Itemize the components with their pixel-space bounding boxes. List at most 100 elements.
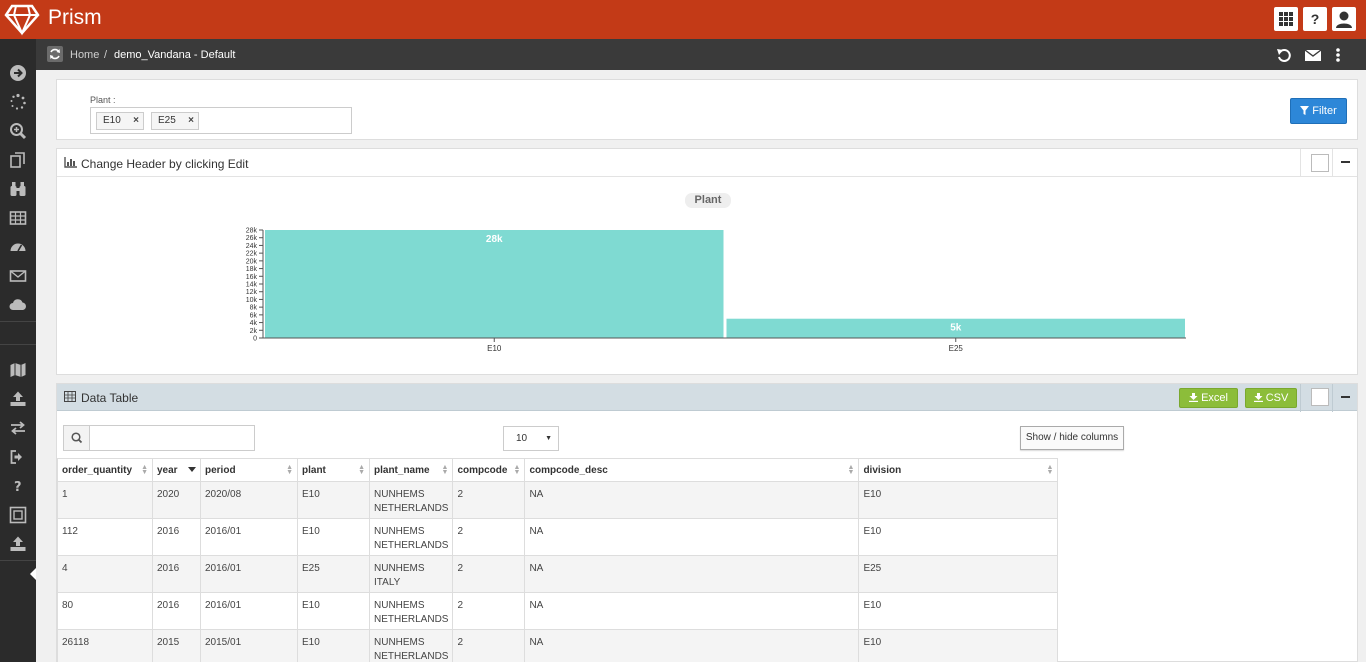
table-cell: E10 (297, 629, 370, 662)
user-profile-button[interactable] (1332, 7, 1356, 31)
remove-tag-icon[interactable]: × (188, 113, 194, 129)
table-cell: 2015 (152, 629, 201, 662)
table-cell: E10 (297, 481, 370, 519)
chart-panel-title[interactable]: Change Header by clicking Edit (81, 157, 248, 171)
table-cell: NA (524, 592, 860, 630)
search-addon (64, 426, 90, 450)
sidebar-item-sign-out[interactable] (0, 442, 36, 471)
table-cell: 2016 (152, 592, 201, 630)
sidebar-item-mail[interactable] (0, 261, 36, 290)
page-length-select[interactable]: 10 ▼ (503, 426, 559, 451)
filter-tag: E10 × (96, 112, 144, 130)
sidebar-item-export[interactable] (0, 529, 36, 558)
y-tick-label: 8k (250, 305, 258, 312)
sidebar-item-dashboard[interactable] (0, 232, 36, 261)
sidebar-item-search[interactable] (0, 116, 36, 145)
sidebar-collapse-arrow-icon[interactable] (30, 568, 36, 580)
table-cell: NA (524, 518, 860, 556)
question-icon: ? (1310, 11, 1320, 27)
undo-icon[interactable] (1276, 47, 1292, 63)
question-icon: ? (14, 480, 22, 495)
apps-grid-button[interactable] (1274, 7, 1298, 31)
copy-icon (10, 152, 25, 168)
table-row[interactable]: 1 2020 2020/08 E10 NUNHEMS NETHERLANDS 2… (57, 481, 1059, 519)
plant-filter-label: Plant : (90, 95, 116, 105)
filter-tag: E25 × (151, 112, 199, 130)
minimize-icon[interactable] (1341, 396, 1350, 398)
breadcrumb-home-link[interactable]: Home (70, 49, 99, 61)
remove-tag-icon[interactable]: × (133, 113, 139, 129)
column-header-compcode-desc[interactable]: compcode_desc ▲ ▼ (524, 458, 860, 482)
header-divider (1300, 384, 1301, 412)
filter-button-label: Filter (1312, 105, 1337, 117)
table-row[interactable]: 80 2016 2016/01 E10 NUNHEMS NETHERLANDS … (57, 592, 1059, 630)
table-cell: NUNHEMS ITALY (368, 555, 454, 593)
arrow-circle-right-icon (10, 65, 26, 81)
sidebar-item-cloud[interactable] (0, 290, 36, 319)
column-header-year[interactable]: year (152, 458, 201, 482)
table-search (63, 425, 255, 451)
y-tick-label: 14k (246, 282, 258, 289)
table-cell: 2016/01 (200, 555, 298, 593)
sort-icon: ▲ ▼ (441, 464, 449, 476)
upload-icon (10, 391, 26, 406)
sidebar-item-navigate[interactable] (0, 58, 36, 87)
sidebar-item-frame[interactable] (0, 500, 36, 529)
column-header-division[interactable]: division ▲ ▼ (858, 458, 1059, 482)
table-search-input[interactable] (91, 426, 254, 450)
table-cell: E10 (297, 592, 370, 630)
app-title[interactable]: Prism (48, 6, 102, 30)
panel-toggle-checkbox[interactable] (1311, 154, 1329, 172)
table-cell: NUNHEMS NETHERLANDS (368, 629, 454, 662)
table-row[interactable]: 4 2016 2016/01 E25 NUNHEMS ITALY 2 NA E2… (57, 555, 1059, 593)
table-cell: E10 (297, 518, 370, 556)
data-table-title: Data Table (81, 391, 139, 405)
more-options-icon[interactable] (1334, 47, 1342, 63)
sidebar-item-transfer[interactable] (0, 413, 36, 442)
x-tick-label: E10 (487, 344, 502, 353)
header-divider (1332, 384, 1333, 412)
sidebar-item-table[interactable] (0, 203, 36, 232)
show-hide-columns-button[interactable]: Show / hide columns (1020, 426, 1124, 450)
sidebar-item-copy[interactable] (0, 145, 36, 174)
sidebar-item-upload[interactable] (0, 384, 36, 413)
sort-icon: ▲ ▼ (513, 464, 521, 476)
column-header-plant[interactable]: plant ▲ ▼ (297, 458, 370, 482)
table-row[interactable]: 26118 2015 2015/01 E10 NUNHEMS NETHERLAN… (57, 629, 1059, 662)
sidebar-item-loading[interactable] (0, 87, 36, 116)
filter-button[interactable]: Filter (1290, 98, 1347, 124)
table-cell: E10 (858, 518, 1059, 556)
export-csv-button[interactable]: CSV (1245, 388, 1297, 408)
y-tick-label: 6k (250, 312, 258, 319)
prism-logo-icon[interactable] (4, 2, 40, 36)
column-header-period[interactable]: period ▲ ▼ (200, 458, 298, 482)
column-header-plant-name[interactable]: plant_name ▲ ▼ (368, 458, 454, 482)
spinner-icon (10, 93, 26, 110)
help-button[interactable]: ? (1303, 7, 1327, 31)
table-icon (64, 391, 76, 402)
y-tick-label: 10k (246, 297, 258, 304)
chart-panel: Change Header by clicking Edit Plant 0 2k… (56, 148, 1358, 375)
plant-filter-input[interactable]: E10 × E25 × (90, 107, 352, 134)
table-cell: NUNHEMS NETHERLANDS (368, 481, 454, 519)
page-length-value: 10 (516, 433, 528, 444)
sidebar-divider (0, 321, 36, 322)
sidebar-item-help[interactable]: ? (0, 471, 36, 500)
table-cell: NUNHEMS NETHERLANDS (368, 592, 454, 630)
minimize-icon[interactable] (1341, 161, 1350, 163)
dropdown-caret-icon: ▼ (545, 435, 552, 442)
upload-icon (10, 536, 26, 551)
grid-icon (1279, 12, 1293, 26)
sidebar-item-map[interactable] (0, 355, 36, 384)
breadcrumb-current-page: demo_Vandana - Default (114, 49, 236, 61)
export-excel-button[interactable]: Excel (1179, 388, 1238, 408)
table-cell: E10 (858, 481, 1059, 519)
column-header-compcode[interactable]: compcode ▲ ▼ (452, 458, 526, 482)
refresh-page-button[interactable] (47, 46, 63, 62)
email-icon[interactable] (1304, 47, 1322, 63)
y-tick-label: 2k (250, 328, 258, 335)
table-row[interactable]: 112 2016 2016/01 E10 NUNHEMS NETHERLANDS… (57, 518, 1059, 556)
panel-toggle-checkbox[interactable] (1311, 388, 1329, 406)
column-header-order-quantity[interactable]: order_quantity ▲ ▼ (57, 458, 153, 482)
sidebar-item-explore[interactable] (0, 174, 36, 203)
